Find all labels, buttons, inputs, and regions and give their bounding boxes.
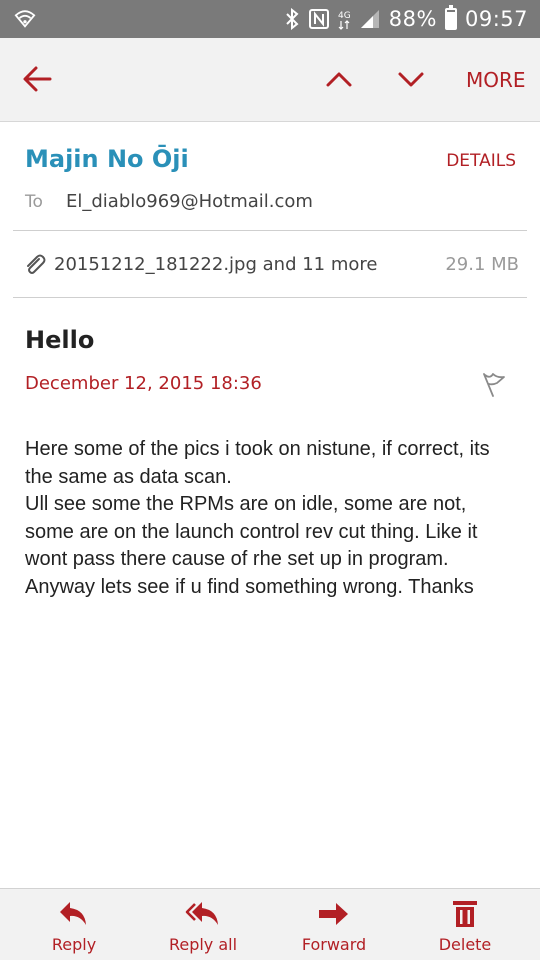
delete-button[interactable]: Delete — [400, 889, 530, 960]
battery-icon — [444, 5, 457, 30]
wifi-icon — [14, 10, 36, 28]
svg-text:4G: 4G — [338, 11, 351, 21]
divider — [13, 230, 527, 231]
forward-button[interactable]: Forward — [269, 889, 399, 960]
reply-all-label: Reply all — [168, 935, 238, 954]
data-4g-icon: 4G — [338, 11, 351, 30]
divider — [13, 297, 527, 298]
body-paragraph: Ull see some the RPMs are on idle, some … — [25, 493, 478, 570]
recipient-address: El_diablo969@Hotmail.com — [66, 191, 313, 212]
back-arrow-icon[interactable] — [18, 60, 56, 98]
details-button[interactable]: DETAILS — [446, 151, 516, 171]
email-date: December 12, 2015 18:36 — [25, 373, 262, 394]
bluetooth-icon — [286, 8, 299, 30]
reply-button[interactable]: Reply — [9, 889, 139, 960]
body-paragraph: Anyway lets see if u find something wron… — [25, 575, 474, 598]
delete-label: Delete — [438, 935, 492, 954]
sender-name: Majin No Ōji — [25, 145, 189, 173]
flag-icon[interactable] — [480, 370, 508, 398]
reply-all-button[interactable]: Reply all — [138, 889, 268, 960]
clock: 09:57 — [464, 7, 528, 31]
attachment-size: 29.1 MB — [445, 254, 519, 275]
attachment-name[interactable]: 20151212_181222.jpg and 11 more — [54, 254, 377, 275]
battery-percentage: 88% — [388, 7, 437, 31]
email-action-bar: Reply Reply all Forward Delete — [0, 888, 540, 960]
reply-icon — [60, 902, 86, 925]
to-label: To — [25, 192, 43, 212]
forward-icon — [319, 903, 348, 925]
email-toolbar: MORE — [0, 38, 540, 122]
trash-icon — [453, 901, 477, 927]
forward-label: Forward — [301, 935, 367, 954]
chevron-down-icon[interactable] — [394, 62, 428, 96]
chevron-up-icon[interactable] — [322, 62, 356, 96]
reply-all-icon — [185, 902, 218, 925]
reply-label: Reply — [51, 935, 97, 954]
email-body: Here some of the pics i took on nistune,… — [25, 436, 520, 601]
email-subject: Hello — [25, 326, 95, 354]
more-button[interactable]: MORE — [466, 68, 526, 92]
paperclip-icon — [27, 254, 46, 274]
nfc-icon — [308, 9, 329, 29]
status-bar: 4G 88% 09:57 — [0, 0, 540, 38]
body-paragraph: Here some of the pics i took on nistune,… — [25, 438, 490, 488]
signal-icon — [360, 10, 379, 28]
